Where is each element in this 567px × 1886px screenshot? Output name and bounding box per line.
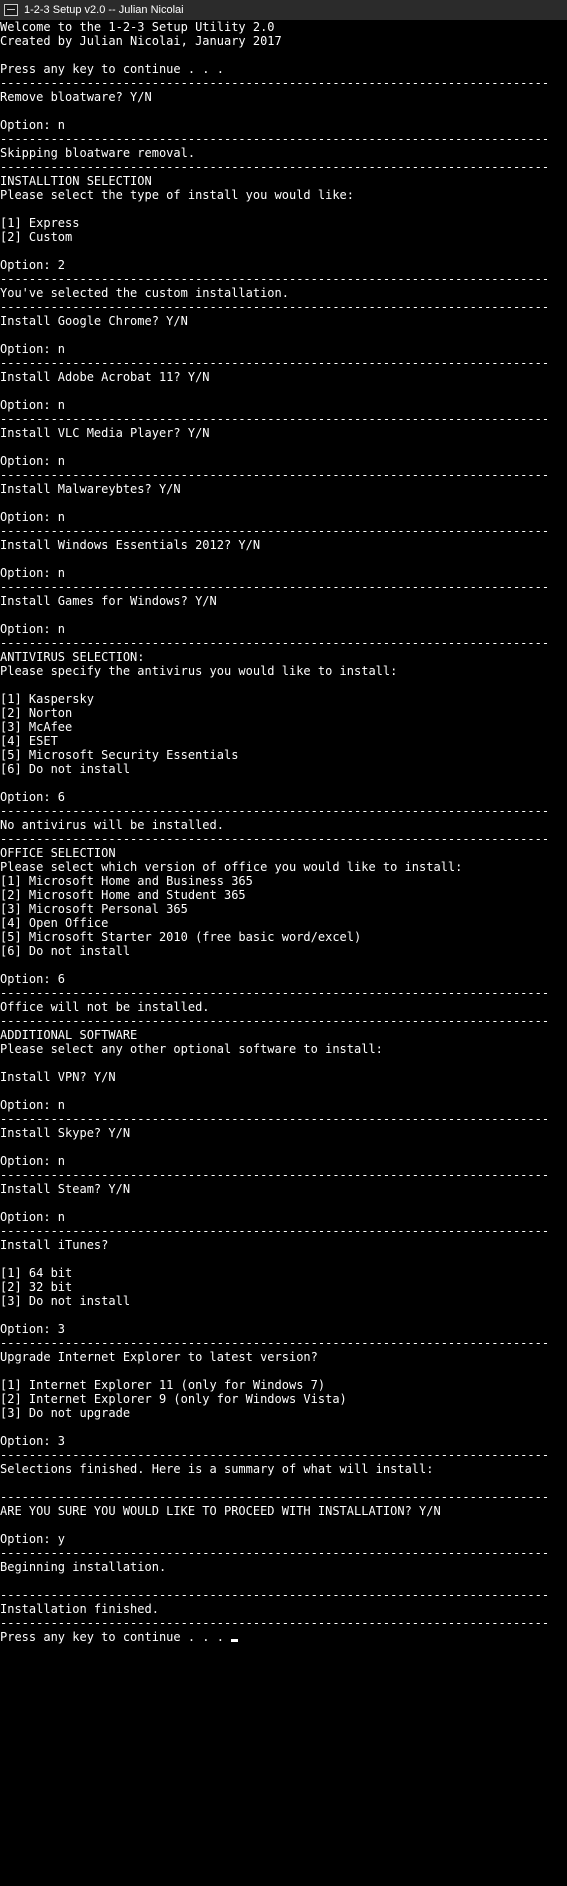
terminal-line: Install VPN? Y/N [0,1070,116,1084]
terminal-line: [3] Microsoft Personal 365 [0,902,188,916]
terminal-line: No antivirus will be installed. [0,818,224,832]
terminal-line: [2] Internet Explorer 9 (only for Window… [0,1392,347,1406]
terminal-line: Option: n [0,566,65,580]
terminal-line: [5] Microsoft Starter 2010 (free basic w… [0,930,361,944]
separator-line: ----------------------------------------… [0,636,549,650]
terminal-line: Please select the type of install you wo… [0,188,354,202]
terminal-line: [3] Do not upgrade [0,1406,130,1420]
separator-line: ----------------------------------------… [0,272,549,286]
terminal-line: Please select which version of office yo… [0,860,462,874]
terminal-line: [1] Internet Explorer 11 (only for Windo… [0,1378,325,1392]
terminal-line: Selections finished. Here is a summary o… [0,1462,433,1476]
terminal-line: Install VLC Media Player? Y/N [0,426,210,440]
terminal-line: [2] 32 bit [0,1280,72,1294]
terminal-line: Option: 6 [0,790,65,804]
terminal-line: [2] Microsoft Home and Student 365 [0,888,246,902]
separator-line: ----------------------------------------… [0,1616,549,1630]
terminal-line: ANTIVIRUS SELECTION: [0,650,145,664]
terminal-line: Option: 3 [0,1434,65,1448]
terminal-line: Option: n [0,1154,65,1168]
separator-line: ----------------------------------------… [0,356,549,370]
terminal-line: Option: 3 [0,1322,65,1336]
separator-line: ----------------------------------------… [0,76,549,90]
terminal-line: Install iTunes? [0,1238,108,1252]
separator-line: ----------------------------------------… [0,804,549,818]
terminal-line: INSTALLTION SELECTION [0,174,152,188]
window-titlebar[interactable]: 1-2-3 Setup v2.0 -- Julian Nicolai [0,0,567,20]
terminal-line: Option: y [0,1532,65,1546]
separator-line: ----------------------------------------… [0,1546,549,1560]
terminal-line: Option: 6 [0,972,65,986]
terminal-line: Option: 2 [0,258,65,272]
separator-line: ----------------------------------------… [0,132,549,146]
terminal-line: You've selected the custom installation. [0,286,289,300]
terminal-line: Option: n [0,1210,65,1224]
terminal-line: Option: n [0,342,65,356]
terminal-line: Remove bloatware? Y/N [0,90,152,104]
terminal-line: [3] McAfee [0,720,72,734]
window-title: 1-2-3 Setup v2.0 -- Julian Nicolai [24,4,184,16]
terminal-line: [2] Norton [0,706,72,720]
separator-line: ----------------------------------------… [0,1112,549,1126]
terminal-line: OFFICE SELECTION [0,846,116,860]
terminal-line: Please select any other optional softwar… [0,1042,383,1056]
separator-line: ----------------------------------------… [0,832,549,846]
terminal-line: [2] Custom [0,230,72,244]
terminal-line: Press any key to continue . . . [0,62,224,76]
terminal-line: Option: n [0,1098,65,1112]
terminal-line: Please specify the antivirus you would l… [0,664,397,678]
separator-line: ----------------------------------------… [0,468,549,482]
terminal-line: [1] Microsoft Home and Business 365 [0,874,253,888]
terminal-line: [5] Microsoft Security Essentials [0,748,238,762]
terminal-line: [3] Do not install [0,1294,130,1308]
separator-line: ----------------------------------------… [0,1168,549,1182]
terminal-line: [4] Open Office [0,916,108,930]
terminal-line: [1] Express [0,216,79,230]
terminal-line: Welcome to the 1-2-3 Setup Utility 2.0 [0,20,275,34]
terminal-line: [6] Do not install [0,762,130,776]
terminal-line: Install Google Chrome? Y/N [0,314,188,328]
separator-line: ----------------------------------------… [0,1224,549,1238]
terminal-line: Press any key to continue . . . [0,1630,231,1644]
cmd-icon [4,4,18,16]
terminal-line: Install Malwareybtes? Y/N [0,482,181,496]
separator-line: ----------------------------------------… [0,300,549,314]
terminal-line: Upgrade Internet Explorer to latest vers… [0,1350,318,1364]
terminal-line: Skipping bloatware removal. [0,146,195,160]
terminal-line: Install Steam? Y/N [0,1182,130,1196]
terminal-line: Option: n [0,454,65,468]
terminal-line: Install Adobe Acrobat 11? Y/N [0,370,210,384]
terminal-line: Option: n [0,622,65,636]
terminal-line: Install Windows Essentials 2012? Y/N [0,538,260,552]
separator-line: ----------------------------------------… [0,1336,549,1350]
separator-line: ----------------------------------------… [0,524,549,538]
terminal-line: Office will not be installed. [0,1000,210,1014]
terminal-line: [1] 64 bit [0,1266,72,1280]
cursor [231,1639,238,1642]
terminal-output[interactable]: Welcome to the 1-2-3 Setup Utility 2.0 C… [0,20,567,1644]
separator-line: ----------------------------------------… [0,1588,549,1602]
separator-line: ----------------------------------------… [0,1014,549,1028]
terminal-line: Installation finished. [0,1602,159,1616]
separator-line: ----------------------------------------… [0,986,549,1000]
terminal-line: Beginning installation. [0,1560,166,1574]
separator-line: ----------------------------------------… [0,1448,549,1462]
terminal-line: [1] Kaspersky [0,692,94,706]
terminal-line: Option: n [0,118,65,132]
terminal-line: Install Skype? Y/N [0,1126,130,1140]
terminal-line: ADDITIONAL SOFTWARE [0,1028,137,1042]
terminal-line: Option: n [0,398,65,412]
separator-line: ----------------------------------------… [0,580,549,594]
terminal-line: Option: n [0,510,65,524]
terminal-line: Created by Julian Nicolai, January 2017 [0,34,282,48]
terminal-line: [6] Do not install [0,944,130,958]
separator-line: ----------------------------------------… [0,412,549,426]
terminal-line: [4] ESET [0,734,58,748]
separator-line: ----------------------------------------… [0,160,549,174]
terminal-line: ARE YOU SURE YOU WOULD LIKE TO PROCEED W… [0,1504,441,1518]
terminal-line: Install Games for Windows? Y/N [0,594,217,608]
separator-line: ----------------------------------------… [0,1490,549,1504]
